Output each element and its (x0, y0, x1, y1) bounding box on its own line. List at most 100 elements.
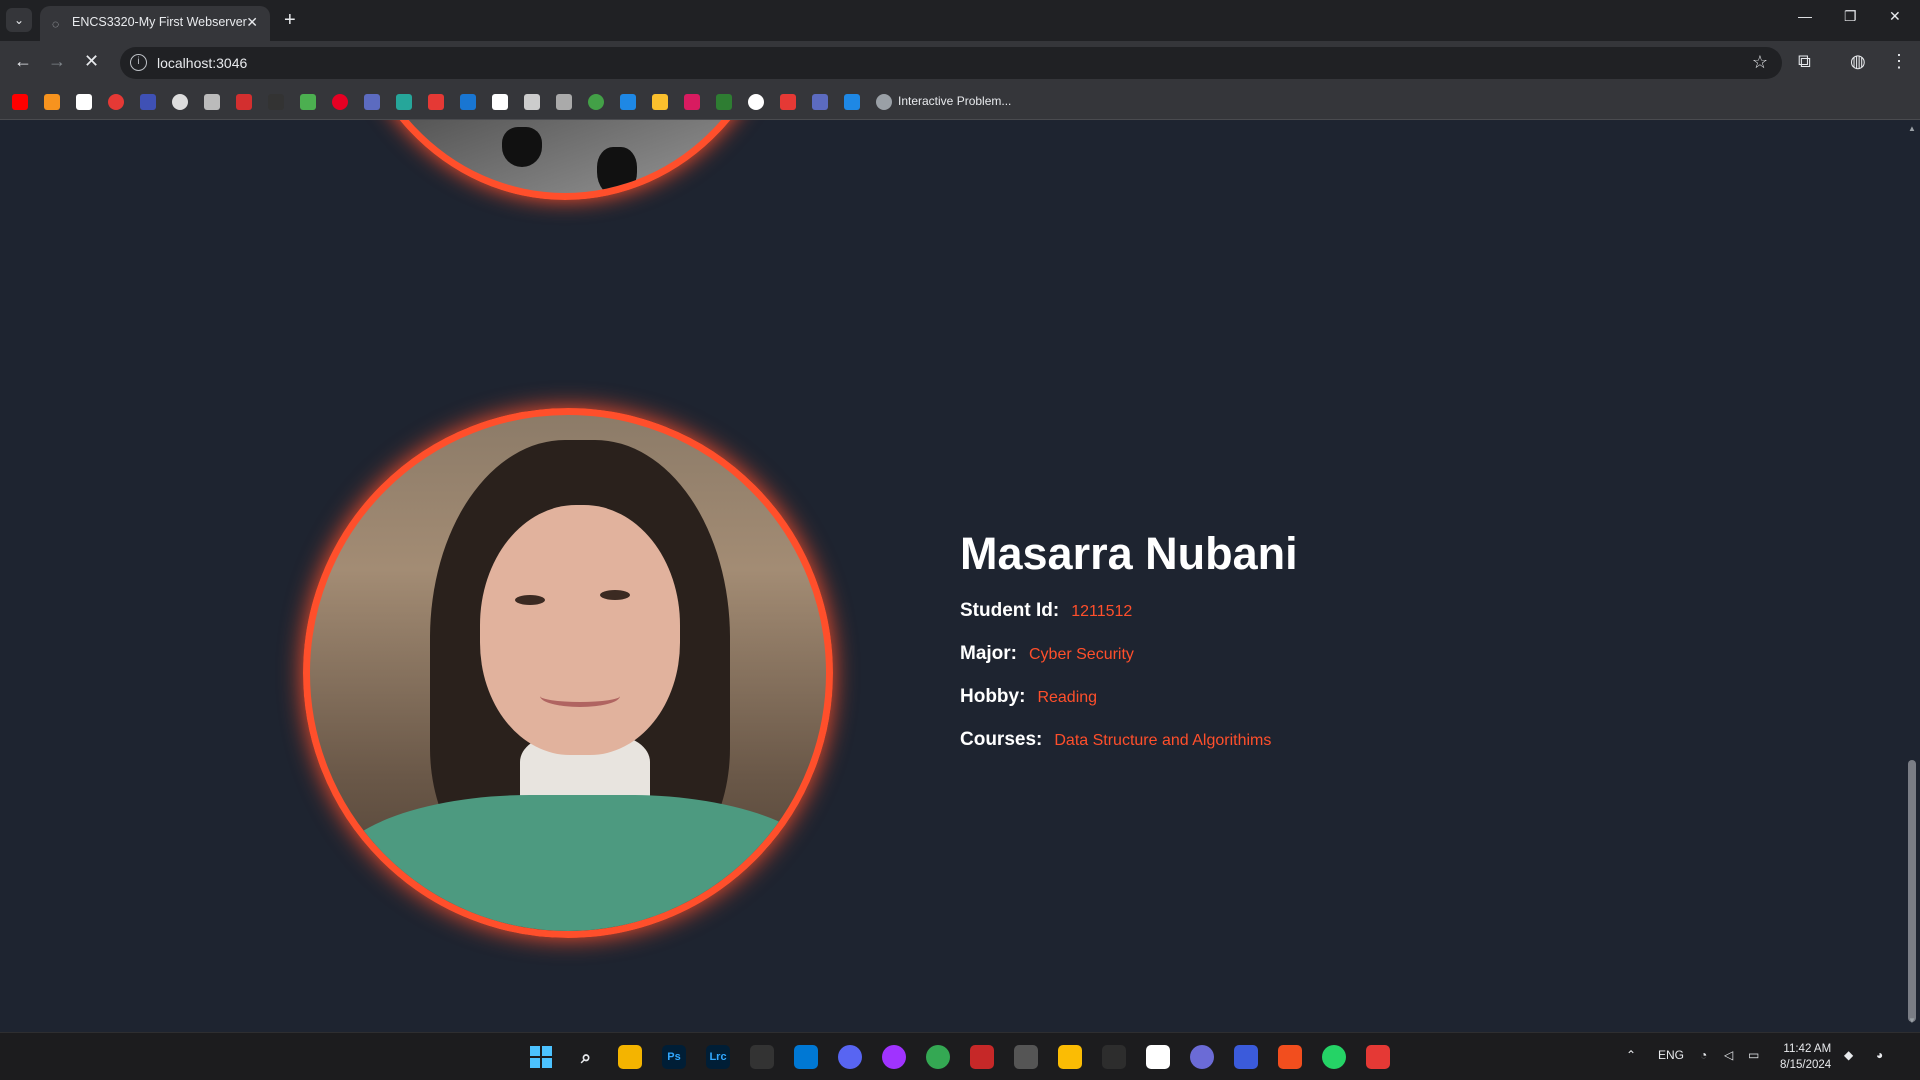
volume-icon[interactable]: ◁ (1724, 1048, 1733, 1062)
extensions-icon[interactable]: ⧉ (1798, 51, 1811, 72)
profile-photo (303, 408, 833, 938)
app-icon[interactable] (1190, 1045, 1214, 1069)
clock-time: 11:42 AM (1783, 1043, 1832, 1055)
bookmark-icon[interactable] (140, 94, 156, 110)
r-bookmark-icon[interactable] (524, 94, 540, 110)
terminal-icon[interactable] (1102, 1045, 1126, 1069)
browser-toolbar: ← → ✕ i localhost:3046 ☆ ⧉ ◍ ⋮ (0, 41, 1920, 84)
openai-bookmark-icon[interactable] (172, 94, 188, 110)
bookmark-icon[interactable] (620, 94, 636, 110)
bookmark-icon[interactable] (204, 94, 220, 110)
bookmark-icon[interactable] (492, 94, 508, 110)
tab-strip: ⌄ ◌ ENCS3320-My First Webserver ✕ + — ❐ … (0, 0, 1920, 41)
bookmark-icon[interactable] (684, 94, 700, 110)
page-scrollbar[interactable]: ▲ ▼ (1904, 120, 1920, 1032)
messenger-icon[interactable] (882, 1045, 906, 1069)
bookmark-icon[interactable] (716, 94, 732, 110)
bookmark-icon[interactable] (44, 94, 60, 110)
notification-bell-icon[interactable]: ◆ (1844, 1048, 1853, 1062)
chart-bookmark-icon[interactable] (844, 94, 860, 110)
photo-detail (502, 127, 542, 167)
page-viewport: Masarra Nubani Student Id: 1211512 Major:… (0, 120, 1904, 1032)
photo-detail (597, 147, 637, 193)
bookmark-star-icon[interactable]: ☆ (1752, 52, 1768, 73)
field-label: Major: (960, 643, 1017, 664)
tab-search-icon[interactable]: ⌄ (6, 8, 32, 32)
bookmark-icon[interactable] (588, 94, 604, 110)
chrome-icon[interactable] (926, 1045, 950, 1069)
app-icon[interactable] (970, 1045, 994, 1069)
battery-icon[interactable]: ▭ (1748, 1048, 1759, 1062)
youtube-bookmark-icon[interactable] (12, 94, 28, 110)
globe-bookmark-icon[interactable] (876, 94, 892, 110)
new-tab-icon[interactable]: + (284, 8, 296, 32)
major-row: Major: Cyber Security (960, 643, 1298, 666)
field-value: Data Structure and Algorithims (1054, 732, 1272, 749)
address-bar[interactable]: i localhost:3046 ☆ (120, 47, 1782, 79)
bookmark-icon[interactable] (364, 94, 380, 110)
lib-bookmark-icon[interactable] (780, 94, 796, 110)
copilot-icon[interactable]: ◕ (1876, 1048, 1883, 1062)
language-indicator[interactable]: ENG (1658, 1048, 1684, 1062)
file-explorer-icon[interactable] (618, 1045, 642, 1069)
tab-title: ENCS3320-My First Webserver (72, 15, 247, 29)
hobby-row: Hobby: Reading (960, 686, 1298, 709)
scroll-down-icon[interactable]: ▼ (1908, 1016, 1916, 1025)
screen: ⌄ ◌ ENCS3320-My First Webserver ✕ + — ❐ … (0, 0, 1920, 1080)
scroll-up-icon[interactable]: ▲ (1908, 124, 1916, 133)
wifi-icon[interactable]: ◔ (1700, 1048, 1707, 1062)
field-label: Courses: (960, 729, 1043, 750)
bookmark-icon[interactable] (460, 94, 476, 110)
capcut-icon[interactable] (1146, 1045, 1170, 1069)
app-icon[interactable] (750, 1045, 774, 1069)
bookmark-icon[interactable] (300, 94, 316, 110)
app-icon[interactable] (1014, 1045, 1038, 1069)
active-tab[interactable]: ◌ ENCS3320-My First Webserver ✕ (40, 6, 270, 41)
windows-start-icon[interactable] (530, 1046, 552, 1068)
photo-detail (330, 795, 826, 931)
stop-loading-icon[interactable]: ✕ (84, 51, 99, 72)
courses-row: Courses: Data Structure and Algorithims (960, 729, 1298, 752)
minimize-icon[interactable]: — (1798, 8, 1812, 24)
profile-avatar[interactable]: ◍ (1850, 51, 1866, 72)
bookmark-icon[interactable] (748, 94, 764, 110)
close-window-icon[interactable]: ✕ (1889, 8, 1901, 25)
search-icon[interactable]: ⌕ (574, 1045, 598, 1069)
bookmark-label[interactable]: Interactive Problem... (898, 94, 1011, 108)
photo-detail (600, 590, 630, 600)
snipping-tool-icon[interactable] (1366, 1045, 1390, 1069)
tab-close-icon[interactable]: ✕ (246, 14, 258, 31)
menu-icon[interactable]: ⋮ (1890, 51, 1908, 72)
site-info-icon[interactable]: i (130, 54, 147, 71)
photoshop-icon[interactable]: Ps (662, 1045, 686, 1069)
check-bookmark-icon[interactable] (108, 94, 124, 110)
forward-icon[interactable]: → (48, 51, 66, 72)
lightroom-icon[interactable]: Lrc (706, 1045, 730, 1069)
heart-bookmark-icon[interactable] (236, 94, 252, 110)
bookmark-icon[interactable] (812, 94, 828, 110)
clock[interactable]: 11:42 AM 8/15/2024 (1780, 1041, 1831, 1073)
field-value: Reading (1037, 689, 1098, 706)
notes-icon[interactable] (1058, 1045, 1082, 1069)
show-hidden-icons-icon[interactable]: ⌃ (1626, 1048, 1636, 1062)
back-icon[interactable]: ← (14, 51, 32, 72)
url-text[interactable]: localhost:3046 (157, 55, 247, 71)
field-value: 1211512 (1071, 603, 1133, 620)
pinterest-bookmark-icon[interactable] (332, 94, 348, 110)
bookmark-icon[interactable] (556, 94, 572, 110)
previous-profile-photo (345, 120, 785, 200)
bookmark-icon[interactable] (652, 94, 668, 110)
lib-bookmark-icon[interactable] (428, 94, 444, 110)
figma-icon[interactable] (1278, 1045, 1302, 1069)
bookmarks-bar: Interactive Problem... (0, 84, 1920, 120)
scroll-thumb[interactable] (1908, 760, 1916, 1022)
app-icon[interactable] (1234, 1045, 1258, 1069)
restore-icon[interactable]: ❐ (1844, 8, 1857, 25)
vscode-icon[interactable] (794, 1045, 818, 1069)
bookmark-icon[interactable] (268, 94, 284, 110)
photo-detail (540, 685, 620, 707)
discord-icon[interactable] (838, 1045, 862, 1069)
whatsapp-icon[interactable] (1322, 1045, 1346, 1069)
bookmark-icon[interactable] (396, 94, 412, 110)
sigma-bookmark-icon[interactable] (76, 94, 92, 110)
